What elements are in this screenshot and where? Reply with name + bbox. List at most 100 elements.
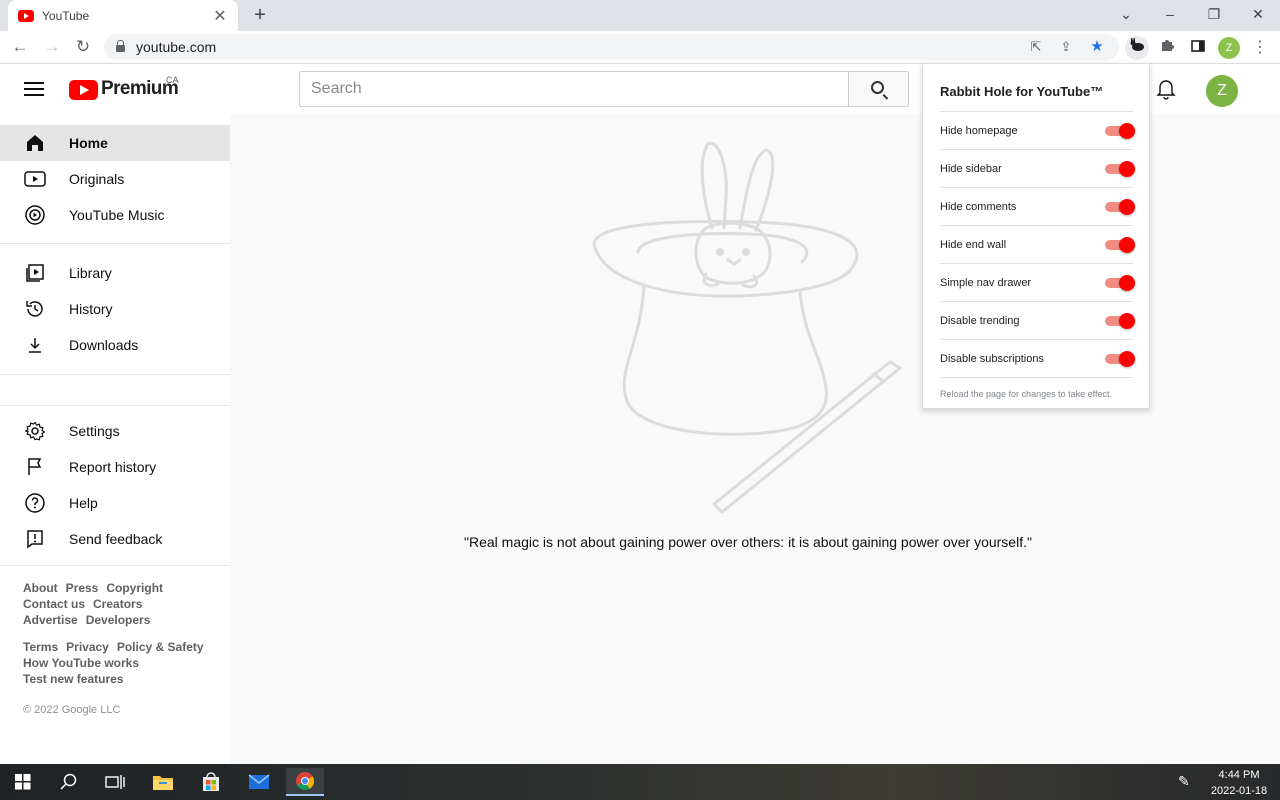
sidebar-divider [0, 374, 230, 375]
system-clock[interactable]: 4:44 PM 2022-01-18 [1205, 767, 1273, 799]
rabbit-hole-extension-icon[interactable] [1125, 36, 1149, 60]
browser-menu-icon[interactable]: ⋮ [1252, 36, 1268, 60]
footer-link-advertise[interactable]: Advertise [23, 613, 78, 627]
footer-links-row: Test new features [23, 671, 131, 687]
sidebar-item-youtube-music[interactable]: YouTube Music [0, 197, 230, 233]
option-label: Hide comments [940, 201, 1017, 213]
library-icon [24, 262, 46, 284]
file-explorer-icon[interactable] [144, 768, 182, 796]
sidebar-item-library[interactable]: Library [0, 255, 230, 291]
search-icon [871, 81, 884, 94]
share-icon[interactable]: ⇪ [1056, 37, 1076, 57]
footer-link-test-new-features[interactable]: Test new features [23, 672, 123, 686]
sidebar-item-originals[interactable]: Originals [0, 161, 230, 197]
sidebar-item-settings[interactable]: Settings [0, 413, 230, 449]
account-avatar[interactable]: Z [1206, 75, 1238, 107]
hide-sidebar-toggle[interactable] [1105, 160, 1135, 178]
chrome-taskbar-icon[interactable] [286, 768, 324, 796]
reload-note: Reload the page for changes to take effe… [940, 389, 1112, 399]
option-disable-trending: Disable trending [940, 302, 1135, 340]
footer-links-row: Terms Privacy Policy & Safety [23, 639, 212, 655]
sidebar-item-home[interactable]: Home [0, 125, 230, 161]
minimize-button[interactable]: – [1155, 3, 1185, 25]
browser-profile-avatar[interactable]: Z [1218, 37, 1240, 59]
extensions-puzzle-icon[interactable] [1155, 36, 1179, 60]
simple-nav-drawer-toggle[interactable] [1105, 274, 1135, 292]
pen-workspace-icon[interactable]: ✎ [1178, 773, 1198, 793]
footer-link-copyright[interactable]: Copyright [106, 581, 163, 595]
hide-comments-toggle[interactable] [1105, 198, 1135, 216]
footer-link-how-youtube-works[interactable]: How YouTube works [23, 656, 139, 670]
option-label: Hide homepage [940, 125, 1018, 137]
sidebar-item-help[interactable]: Help [0, 485, 230, 521]
country-code: CA [166, 75, 179, 85]
footer-link-creators[interactable]: Creators [93, 597, 142, 611]
clock-date: 2022-01-18 [1210, 785, 1268, 797]
close-window-button[interactable]: ✕ [1243, 3, 1273, 25]
url-text: youtube.com [136, 39, 217, 55]
rabbit-hole-extension-popup: Rabbit Hole for YouTube™ Hide homepage H… [922, 63, 1150, 409]
footer-link-press[interactable]: Press [66, 581, 99, 595]
tab-search-chevron-down-icon[interactable]: ⌄ [1111, 3, 1141, 25]
sidebar: Home Originals YouTube Music Library His… [0, 114, 230, 764]
footer-links-row: Advertise Developers [23, 612, 158, 628]
hamburger-menu-icon[interactable] [24, 82, 44, 96]
new-tab-button[interactable]: + [250, 4, 270, 26]
footer-link-terms[interactable]: Terms [23, 640, 58, 654]
tab-close-icon[interactable]: ✕ [212, 6, 228, 26]
popup-title: Rabbit Hole for YouTube™ [940, 84, 1104, 99]
footer-links-row: Contact us Creators [23, 596, 150, 612]
windows-taskbar: ✎ 4:44 PM 2022-01-18 [0, 764, 1280, 800]
open-in-app-icon[interactable]: ⇱ [1026, 37, 1046, 57]
browser-tab-youtube[interactable]: YouTube ✕ [8, 0, 238, 31]
back-arrow-icon[interactable]: ← [8, 35, 32, 59]
youtube-music-icon [24, 204, 46, 226]
footer-link-about[interactable]: About [23, 581, 58, 595]
footer-link-contact-us[interactable]: Contact us [23, 597, 85, 611]
address-bar[interactable]: youtube.com ⇱ ⇪ ★ [104, 34, 1119, 60]
footer-link-developers[interactable]: Developers [86, 613, 151, 627]
windows-start-icon[interactable] [4, 768, 42, 796]
option-label: Hide end wall [940, 239, 1007, 251]
option-disable-subscriptions: Disable subscriptions [940, 340, 1135, 378]
taskbar-search-icon[interactable] [50, 768, 88, 796]
search-input[interactable]: Search [299, 71, 849, 107]
originals-icon [24, 168, 46, 190]
hide-homepage-toggle[interactable] [1105, 122, 1135, 140]
disable-trending-toggle[interactable] [1105, 312, 1135, 330]
footer-links-row: About Press Copyright [23, 580, 171, 596]
footer-link-privacy[interactable]: Privacy [66, 640, 109, 654]
sidebar-item-report-history[interactable]: Report history [0, 449, 230, 485]
option-label: Disable trending [940, 315, 1020, 327]
bookmark-star-icon[interactable]: ★ [1087, 37, 1107, 57]
sidebar-divider [0, 565, 230, 566]
youtube-logo-icon[interactable] [69, 80, 98, 100]
option-label: Hide sidebar [940, 163, 1002, 175]
gear-icon [24, 420, 46, 442]
task-view-icon[interactable] [96, 768, 134, 796]
disable-subscriptions-toggle[interactable] [1105, 350, 1135, 368]
option-label: Disable subscriptions [940, 353, 1044, 365]
sidebar-item-label: Send feedback [69, 531, 163, 547]
option-hide-homepage: Hide homepage [940, 112, 1135, 150]
magic-hat-rabbit-illustration [592, 141, 902, 514]
reload-icon[interactable]: ↻ [71, 35, 95, 59]
option-hide-comments: Hide comments [940, 188, 1135, 226]
hide-end-wall-toggle[interactable] [1105, 236, 1135, 254]
browser-toolbar: ← → ↻ youtube.com ⇱ ⇪ ★ Z ⋮ [0, 31, 1280, 64]
side-panel-icon[interactable] [1186, 36, 1210, 60]
mail-icon[interactable] [240, 768, 278, 796]
popup-divider [940, 377, 1133, 378]
flag-icon [24, 456, 46, 478]
sidebar-item-downloads[interactable]: Downloads [0, 327, 230, 363]
notifications-bell-icon[interactable] [1156, 78, 1176, 100]
microsoft-store-icon[interactable] [192, 768, 230, 796]
search-button[interactable] [848, 71, 909, 107]
forward-arrow-icon[interactable]: → [40, 35, 64, 59]
restore-button[interactable]: ❐ [1199, 3, 1229, 25]
footer-link-policy-safety[interactable]: Policy & Safety [117, 640, 204, 654]
sidebar-item-send-feedback[interactable]: Send feedback [0, 521, 230, 557]
clock-time: 4:44 PM [1218, 769, 1260, 781]
feedback-icon [24, 528, 46, 550]
sidebar-item-history[interactable]: History [0, 291, 230, 327]
